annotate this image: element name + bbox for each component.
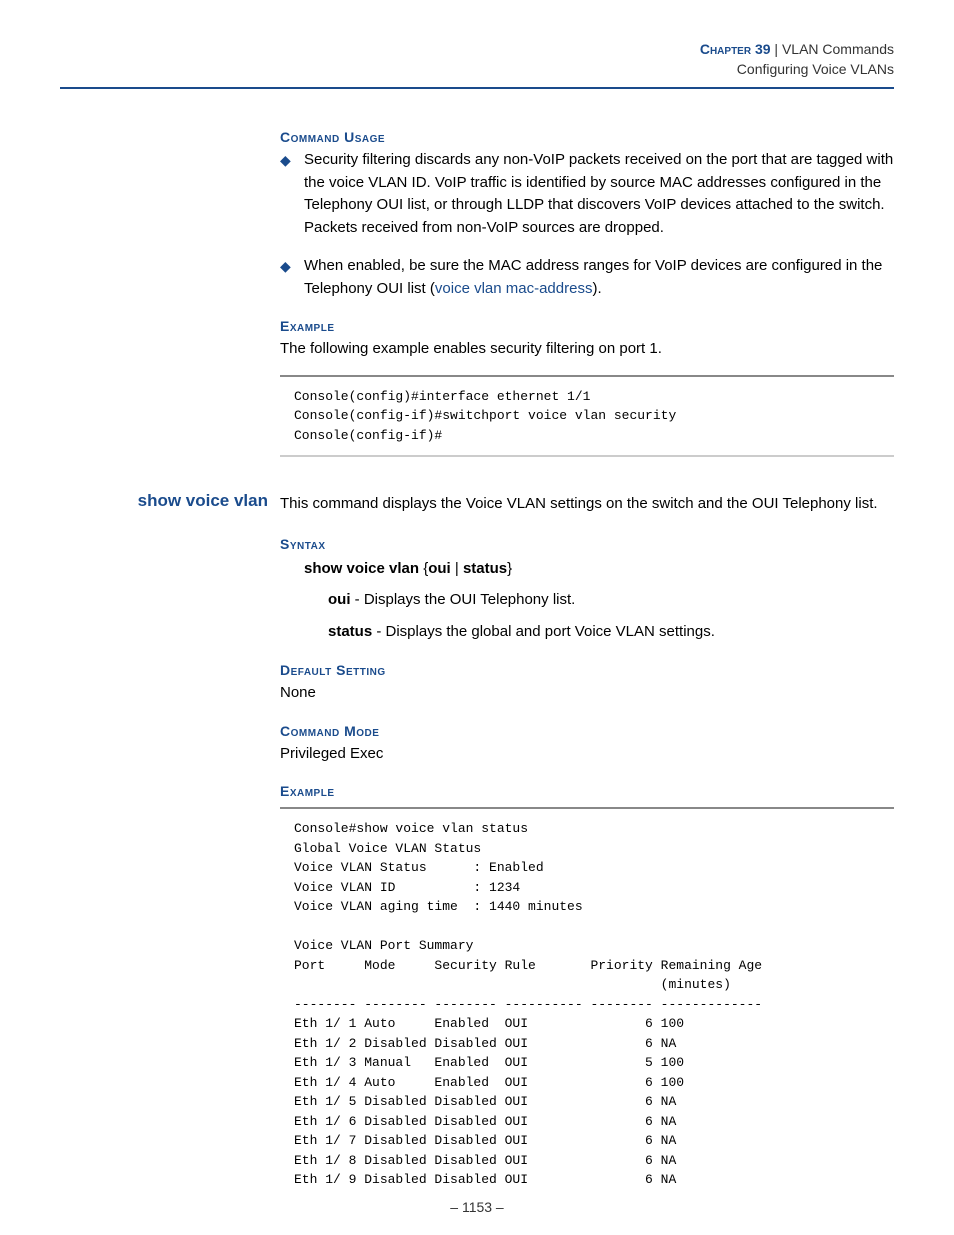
syntax-param-2: status - Displays the global and port Vo… <box>328 619 894 645</box>
content-area: Command Usage Security filtering discard… <box>280 129 894 457</box>
syntax-pipe: | <box>451 560 463 577</box>
syntax-line: show voice vlan {oui | status} <box>304 556 894 582</box>
usage-list: Security filtering discards any non-VoIP… <box>280 149 894 300</box>
param-oui: oui <box>328 591 351 608</box>
example-intro: The following example enables security f… <box>280 338 894 361</box>
default-setting-val: None <box>280 682 894 705</box>
param-status: status <box>328 623 372 640</box>
usage-bullet-2-text-b: ). <box>592 280 601 297</box>
code-block-2: Console#show voice vlan status Global Vo… <box>280 807 894 1190</box>
command-name: show voice vlan <box>60 491 280 511</box>
command-mode-val: Privileged Exec <box>280 743 894 766</box>
page-header: Chapter 39 | VLAN Commands Configuring V… <box>60 40 894 79</box>
voice-vlan-mac-link[interactable]: voice vlan mac-address <box>435 280 593 297</box>
param-oui-desc: - Displays the OUI Telephony list. <box>351 591 576 608</box>
command-body: This command displays the Voice VLAN set… <box>280 491 894 1190</box>
syntax-opt2: status <box>463 560 507 577</box>
header-rule <box>60 87 894 89</box>
default-setting-head: Default Setting <box>280 662 894 678</box>
brace-close: } <box>507 560 512 577</box>
header-divider: | <box>771 41 782 57</box>
usage-bullet-1: Security filtering discards any non-VoIP… <box>280 149 894 239</box>
header-topic: VLAN Commands <box>782 41 894 57</box>
page: Chapter 39 | VLAN Commands Configuring V… <box>0 0 954 1235</box>
command-usage-head: Command Usage <box>280 129 894 145</box>
brace-open: { <box>419 560 428 577</box>
command-desc: This command displays the Voice VLAN set… <box>280 493 894 516</box>
command-row: show voice vlan This command displays th… <box>60 491 894 1190</box>
chapter-label: Chapter 39 <box>700 41 771 57</box>
command-mode-head: Command Mode <box>280 723 894 739</box>
param-status-desc: - Displays the global and port Voice VLA… <box>372 623 715 640</box>
example-head-2: Example <box>280 783 894 799</box>
code-block-1: Console(config)#interface ethernet 1/1 C… <box>280 375 894 458</box>
usage-bullet-1-text: Security filtering discards any non-VoIP… <box>304 151 893 236</box>
syntax-param-1: oui - Displays the OUI Telephony list. <box>328 587 894 613</box>
page-footer: – 1153 – <box>0 1199 954 1215</box>
usage-bullet-2: When enabled, be sure the MAC address ra… <box>280 255 894 300</box>
syntax-head: Syntax <box>280 536 894 552</box>
syntax-cmd: show voice vlan <box>304 560 419 577</box>
example-head-1: Example <box>280 318 894 334</box>
header-subtopic: Configuring Voice VLANs <box>60 60 894 80</box>
syntax-opt1: oui <box>428 560 451 577</box>
